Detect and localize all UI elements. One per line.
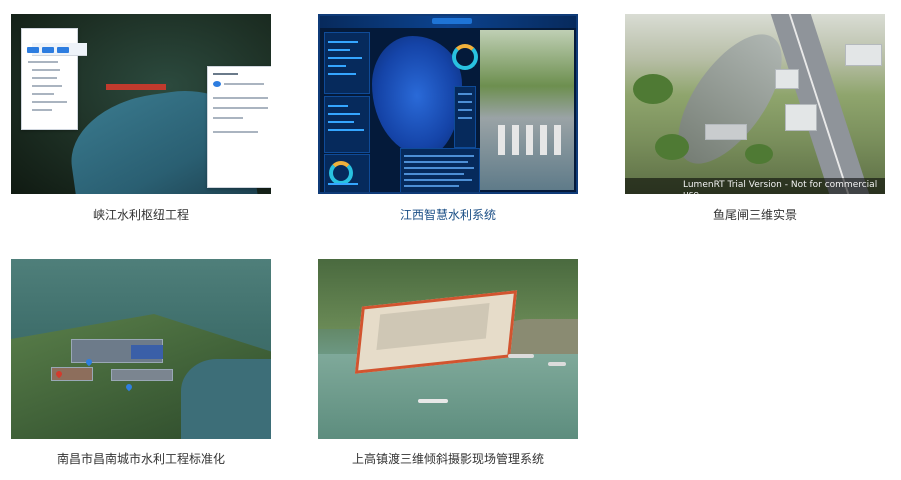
project-card-jiangxi-smart-water[interactable]: 江西智慧水利系统 [318, 14, 578, 222]
project-caption[interactable]: 南昌市昌南城市水利工程标准化 [11, 450, 271, 467]
watermark-text: LumenRT Trial Version - Not for commerci… [683, 180, 878, 194]
project-caption[interactable]: 峡江水利枢纽工程 [11, 206, 271, 223]
form-panel [207, 66, 271, 188]
project-card-xiajiang[interactable]: 峡江水利枢纽工程 [11, 14, 271, 222]
project-thumbnail[interactable] [318, 259, 578, 439]
tree-panel [21, 28, 87, 130]
project-card-nanchang-changnan[interactable]: 南昌市昌南城市水利工程标准化 [11, 259, 271, 466]
project-caption[interactable]: 江西智慧水利系统 [318, 206, 578, 223]
project-thumbnail[interactable] [11, 259, 271, 439]
project-caption[interactable]: 鱼尾闸三维实景 [625, 206, 885, 223]
project-thumbnail[interactable] [318, 14, 578, 194]
project-caption[interactable]: 上高镇渡三维倾斜摄影现场管理系统 [318, 450, 578, 467]
watermark-banner: LumenRT Trial Version - Not for commerci… [625, 178, 885, 194]
province-map [372, 36, 462, 156]
project-card-yuweizha[interactable]: LumenRT Trial Version - Not for commerci… [625, 14, 885, 222]
project-card-shanggao-zhendu[interactable]: 上高镇渡三维倾斜摄影现场管理系统 [318, 259, 578, 466]
project-thumbnail[interactable]: LumenRT Trial Version - Not for commerci… [625, 14, 885, 194]
project-thumbnail[interactable] [11, 14, 271, 194]
dam-photo [480, 30, 574, 190]
